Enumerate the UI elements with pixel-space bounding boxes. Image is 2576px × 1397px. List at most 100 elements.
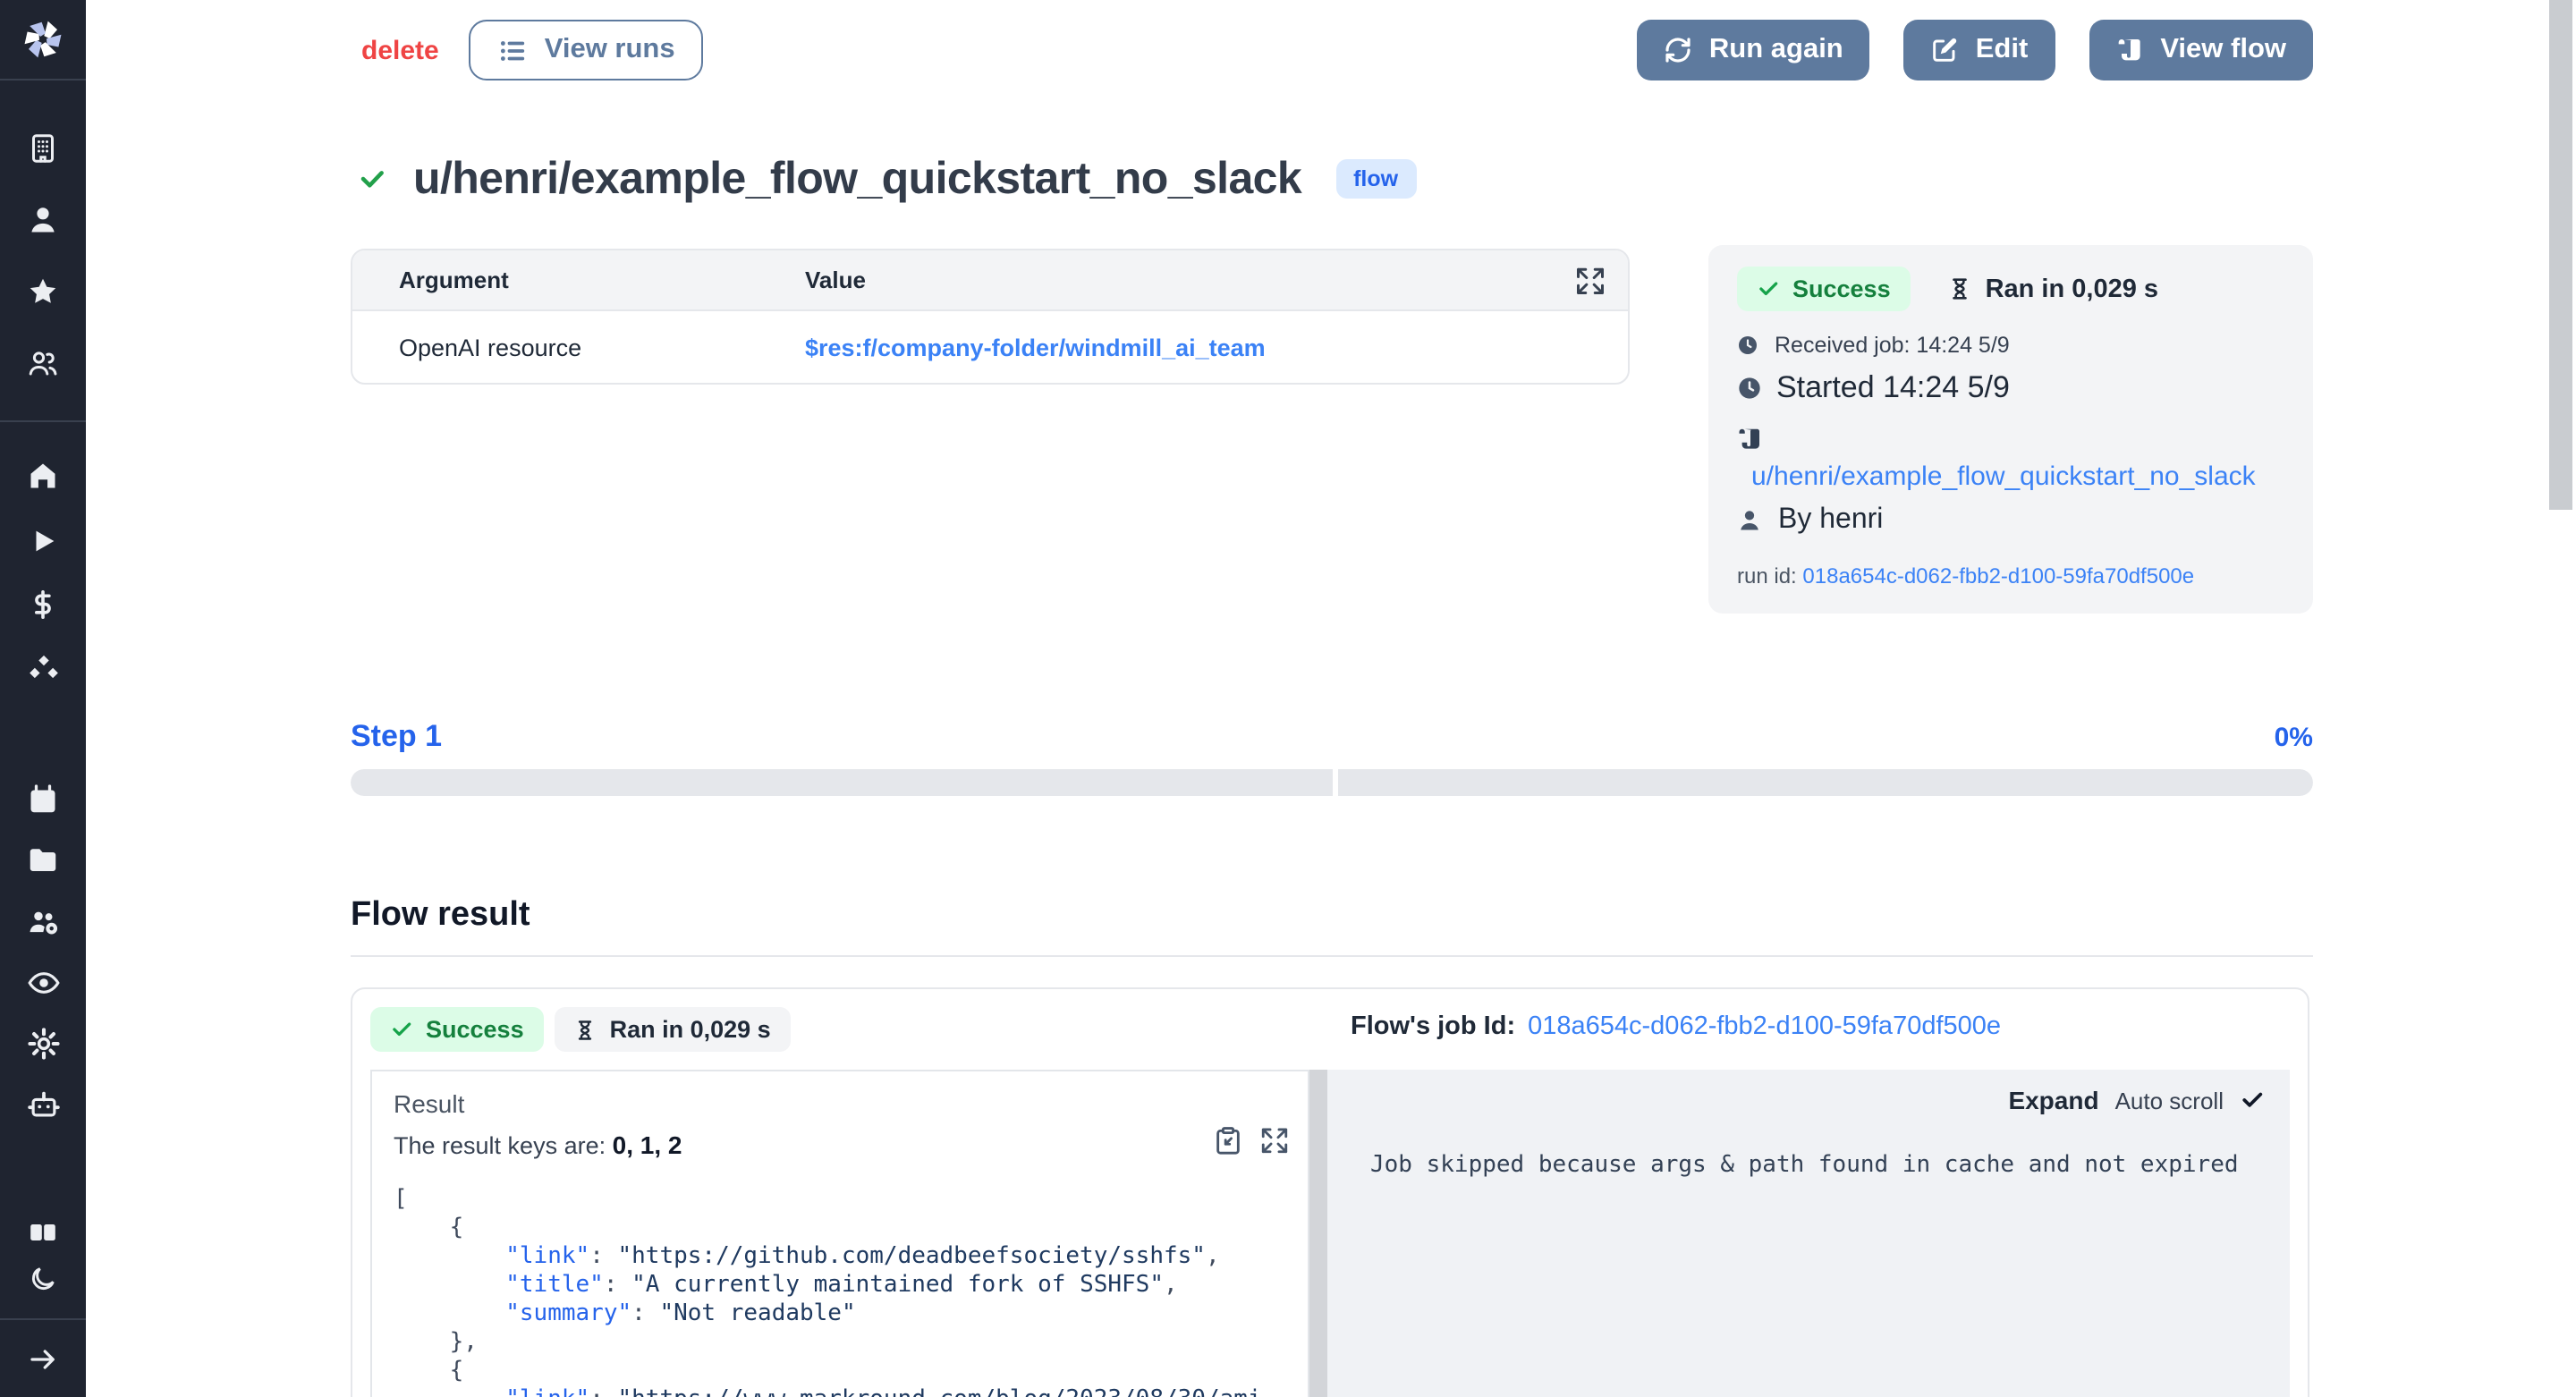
table-row: OpenAI resource $res:f/company-folder/wi… xyxy=(352,311,1628,383)
status-badge: Success xyxy=(370,1007,544,1052)
view-runs-label: View runs xyxy=(545,34,675,66)
sidebar-group-help xyxy=(0,1209,86,1302)
panel-resizer-handle[interactable] xyxy=(1309,1070,1327,1397)
folders-icon[interactable] xyxy=(0,830,86,891)
result-split: Result The result keys are: 0, 1, 2 xyxy=(370,1070,2290,1397)
flow-path-link[interactable]: u/henri/example_flow_quickstart_no_slack xyxy=(1737,461,2284,492)
action-buttons: Run again Edit xyxy=(1638,20,2313,80)
status-badge: Success xyxy=(1737,267,1911,311)
step-percent: 0% xyxy=(2275,722,2313,752)
schedules-calendar-icon[interactable] xyxy=(0,769,86,830)
job-id-link[interactable]: 018a654c-d062-fbb2-d100-59fa70df500e xyxy=(1528,1012,2001,1041)
log-header: Expand Auto scroll xyxy=(1352,1086,2265,1114)
status-label: Success xyxy=(426,1016,524,1043)
hourglass-icon xyxy=(1948,275,1971,302)
audit-logs-eye-icon[interactable] xyxy=(0,952,86,1012)
home-icon[interactable] xyxy=(0,444,86,508)
received-job-line: Received job: 14:24 5/9 xyxy=(1737,333,2284,358)
main-content: delete View runs xyxy=(351,0,2313,1397)
progress-segment xyxy=(1337,769,2313,796)
windmill-logo[interactable] xyxy=(0,0,86,79)
flow-result-card: Success Ran in 0,029 s Flow's job Id: 01… xyxy=(351,987,2309,1397)
run-again-button[interactable]: Run again xyxy=(1638,20,1870,80)
hourglass-icon xyxy=(574,1017,596,1042)
workspace-building-icon[interactable] xyxy=(0,113,86,184)
run-id-link[interactable]: 018a654c-d062-fbb2-d100-59fa70df500e xyxy=(1802,563,2194,588)
delete-button[interactable]: delete xyxy=(361,35,439,65)
result-title: Result xyxy=(394,1089,1286,1118)
view-runs-button[interactable]: View runs xyxy=(470,20,704,80)
column-value: Value xyxy=(805,267,1628,293)
variables-dollar-icon[interactable] xyxy=(0,572,86,637)
job-id-label: Flow's job Id: xyxy=(1351,1012,1515,1041)
progress-segment xyxy=(351,769,1332,796)
flow-result-header: Success Ran in 0,029 s Flow's job Id: 01… xyxy=(352,989,2308,1066)
result-keys-line: The result keys are: 0, 1, 2 xyxy=(394,1130,1286,1159)
result-panel-actions xyxy=(1213,1125,1290,1156)
run-id-label: run id: xyxy=(1737,563,1797,588)
arguments-table-header: Argument Value xyxy=(352,250,1628,311)
author-label: By henri xyxy=(1778,504,1883,537)
refresh-icon xyxy=(1665,36,1693,64)
ran-in-label: Ran in 0,029 s xyxy=(610,1016,771,1043)
result-panel: Result The result keys are: 0, 1, 2 xyxy=(370,1070,1309,1397)
docs-book-icon[interactable] xyxy=(0,1209,86,1256)
success-check-icon xyxy=(358,165,386,193)
resources-icon[interactable] xyxy=(0,637,86,701)
status-row: Success Ran in 0,029 s xyxy=(1737,267,2284,311)
favorites-star-icon[interactable] xyxy=(0,256,86,327)
expand-sidebar-arrow-icon[interactable] xyxy=(0,1320,86,1397)
result-keys-value: 0, 1, 2 xyxy=(613,1130,682,1159)
dark-mode-moon-icon[interactable] xyxy=(0,1256,86,1302)
arguments-table: Argument Value OpenAI resource $res:f/co… xyxy=(351,249,1630,385)
log-expand-button[interactable]: Expand xyxy=(2008,1086,2098,1114)
run-again-label: Run again xyxy=(1709,34,1843,66)
flow-scroll-icon xyxy=(2115,36,2144,64)
toolbar: delete View runs xyxy=(351,20,2313,80)
ran-in-label: Ran in 0,029 s xyxy=(1986,275,2158,303)
sidebar-group-main xyxy=(0,422,86,701)
workers-robot-icon[interactable] xyxy=(0,1073,86,1134)
view-flow-button[interactable]: View flow xyxy=(2089,20,2313,80)
sidebar xyxy=(0,0,86,1397)
ran-in-badge: Ran in 0,029 s xyxy=(555,1007,791,1052)
auto-scroll-toggle[interactable]: Auto scroll xyxy=(2115,1087,2224,1113)
result-keys-label: The result keys are: xyxy=(394,1132,613,1159)
title-row: u/henri/example_flow_quickstart_no_slack… xyxy=(351,147,1416,211)
log-text: Job skipped because args & path found in… xyxy=(1352,1152,2265,1179)
members-icon[interactable] xyxy=(0,327,86,399)
summary-row: Argument Value OpenAI resource $res:f/co… xyxy=(351,245,2313,614)
expand-result-icon[interactable] xyxy=(1259,1125,1290,1156)
clock-icon xyxy=(1737,334,1758,356)
run-status-card: Success Ran in 0,029 s xyxy=(1708,245,2313,614)
page: delete View runs xyxy=(0,0,2576,1397)
column-argument: Argument xyxy=(352,267,805,293)
settings-gear-icon[interactable] xyxy=(0,1012,86,1073)
author-line: By henri xyxy=(1737,504,2284,537)
job-id-group: Flow's job Id: 018a654c-d062-fbb2-d100-5… xyxy=(1351,1012,2001,1041)
started-label: Started 14:24 5/9 xyxy=(1776,370,2010,406)
started-line: Started 14:24 5/9 xyxy=(1737,370,2284,406)
edit-label: Edit xyxy=(1976,34,2029,66)
runs-play-icon[interactable] xyxy=(0,508,86,572)
copy-clipboard-icon[interactable] xyxy=(1213,1125,1243,1156)
user-icon[interactable] xyxy=(0,184,86,256)
log-panel: Expand Auto scroll Job skipped because a… xyxy=(1327,1070,2290,1397)
flow-badge: flow xyxy=(1335,159,1416,199)
sidebar-group-admin xyxy=(0,769,86,1134)
result-json: [ { "link": "https://github.com/deadbeef… xyxy=(394,1186,1286,1397)
auto-scroll-check-icon[interactable] xyxy=(2240,1088,2265,1113)
groups-settings-icon[interactable] xyxy=(0,891,86,952)
step-label: Step 1 xyxy=(351,719,442,755)
progress-bar xyxy=(351,769,2313,796)
step-progress-row: Step 1 0% xyxy=(351,719,2313,755)
list-icon xyxy=(498,35,529,65)
edit-button[interactable]: Edit xyxy=(1904,20,2055,80)
argument-value: $res:f/company-folder/windmill_ai_team xyxy=(805,334,1628,360)
view-flow-label: View flow xyxy=(2160,34,2286,66)
edit-pencil-icon xyxy=(1931,36,1960,64)
scrollbar-thumb[interactable] xyxy=(2549,0,2572,510)
page-title: u/henri/example_flow_quickstart_no_slack xyxy=(413,153,1301,205)
ran-in-duration: Ran in 0,029 s xyxy=(1948,275,2158,303)
expand-table-icon[interactable] xyxy=(1574,265,1606,297)
